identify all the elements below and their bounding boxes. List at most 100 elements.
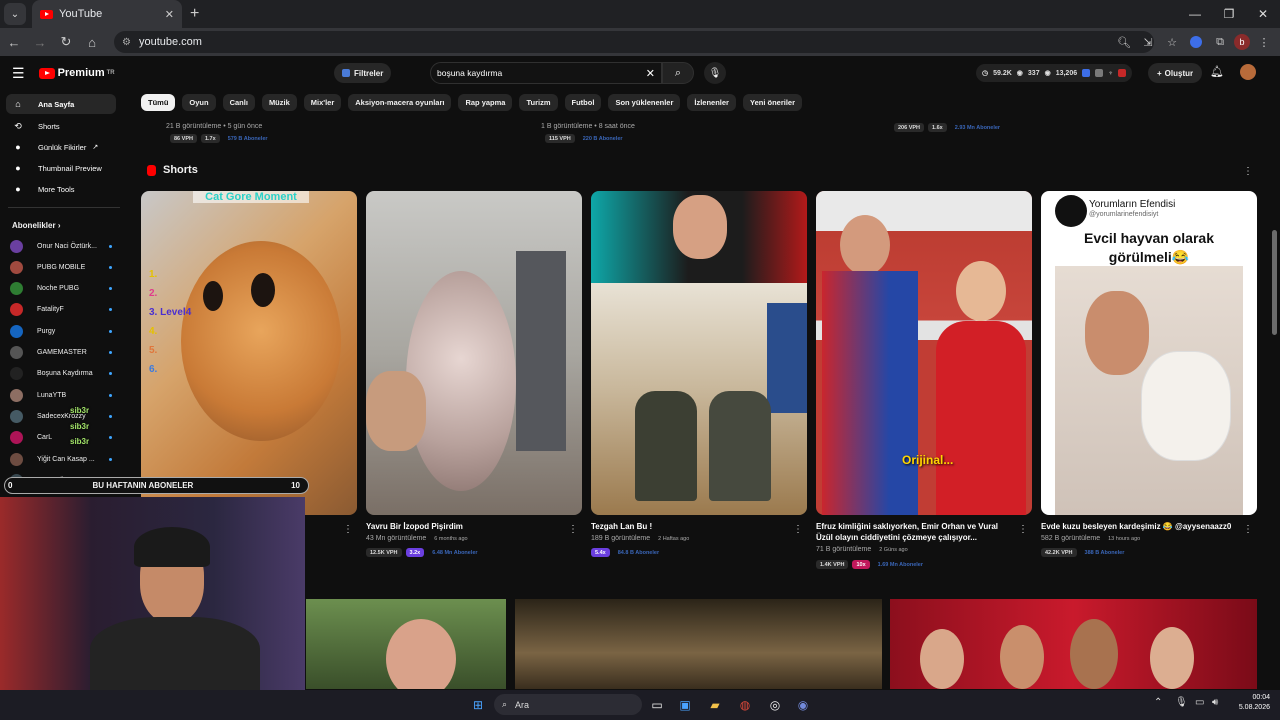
tray-chevron-icon[interactable]: ⌃ bbox=[1154, 697, 1162, 708]
stats-widget[interactable]: ◷ 59.2K ◉ 337 ◉ 13,206 ♆ bbox=[976, 64, 1133, 82]
short-thumbnail[interactable] bbox=[591, 191, 807, 515]
chip[interactable]: Yeni öneriler bbox=[742, 94, 803, 111]
extensions-puzzle-icon[interactable]: ⧉ bbox=[1210, 32, 1230, 52]
youtube-logo[interactable]: Premium TR bbox=[38, 67, 115, 79]
short-more-icon[interactable]: ⋮ bbox=[343, 524, 353, 535]
volume-icon[interactable]: 🔊︎ bbox=[1212, 697, 1218, 708]
extension-icon[interactable] bbox=[1186, 32, 1206, 52]
page-scrollbar[interactable] bbox=[1272, 230, 1277, 335]
clear-search-icon[interactable]: ✕ bbox=[646, 67, 655, 80]
video-thumbnail[interactable] bbox=[306, 599, 506, 689]
youtube-favicon-icon bbox=[40, 9, 53, 19]
home-button-icon[interactable]: ⌂ bbox=[80, 30, 104, 54]
short-thumbnail[interactable] bbox=[366, 191, 582, 515]
ext-icon[interactable] bbox=[1118, 69, 1127, 77]
video-thumbnail[interactable] bbox=[515, 599, 882, 689]
minimize-icon[interactable]: — bbox=[1178, 0, 1212, 28]
sidebar-subscription[interactable]: PUBG MOBILE bbox=[10, 257, 122, 277]
sidebar-subscription[interactable]: Purgy bbox=[10, 321, 122, 341]
shorts-more-icon[interactable]: ⋮ bbox=[1243, 166, 1253, 177]
chip[interactable]: Futbol bbox=[564, 94, 602, 111]
chip[interactable]: Müzik bbox=[261, 94, 297, 111]
chip[interactable]: Aksiyon-macera oyunları bbox=[348, 94, 452, 111]
sidebar-subscription[interactable]: SadecexKrozzy bbox=[10, 406, 122, 426]
sidebar-subscription[interactable]: FatalityF bbox=[10, 300, 122, 320]
site-info-icon[interactable]: ⚙ bbox=[122, 37, 131, 48]
chip[interactable]: Oyun bbox=[182, 94, 216, 111]
short-more-icon[interactable]: ⋮ bbox=[793, 524, 803, 535]
short-title[interactable]: Tezgah Lan Bu ! bbox=[591, 521, 791, 532]
install-icon[interactable]: ⇲ bbox=[1138, 32, 1158, 52]
chip[interactable]: Son yüklenenler bbox=[608, 94, 681, 111]
short-thumbnail[interactable]: Cat Gore Moment 1. 2. 3. Level4 4. 5. 6. bbox=[141, 191, 357, 515]
subscriptions-heading[interactable]: Abonelikler › bbox=[12, 221, 60, 230]
search-button[interactable]: ⌕ bbox=[662, 62, 694, 84]
profile-avatar[interactable]: b bbox=[1234, 34, 1250, 50]
sidebar-subscription[interactable]: LunaYTB bbox=[10, 385, 122, 405]
sidebar-subscription[interactable]: CarL bbox=[10, 428, 122, 448]
chrome-icon[interactable]: ◍ bbox=[736, 696, 754, 714]
sidebar-subscription[interactable]: GAMEMASTER bbox=[10, 343, 122, 363]
bookmark-star-icon[interactable]: ☆ bbox=[1162, 32, 1182, 52]
chat-name: sib3r bbox=[70, 406, 90, 415]
browser-tab[interactable]: YouTube ✕ bbox=[32, 0, 182, 28]
short-title[interactable]: Efruz kimliğini saklıyorken, Emir Orhan … bbox=[816, 521, 1012, 543]
restore-icon[interactable]: ❐ bbox=[1212, 0, 1246, 28]
chip[interactable]: Canlı bbox=[222, 94, 255, 111]
account-avatar[interactable] bbox=[1240, 64, 1256, 80]
ext-icon[interactable] bbox=[1082, 69, 1091, 77]
sidebar-item-home[interactable]: ⌂ Ana Sayfa bbox=[6, 94, 116, 114]
tab-search-button[interactable]: ⌄ bbox=[4, 3, 26, 25]
sidebar-item-more-tools[interactable]: ● More Tools bbox=[6, 179, 116, 199]
search-input[interactable]: boşuna kaydırma ✕ bbox=[430, 62, 662, 84]
short-more-icon[interactable]: ⋮ bbox=[1243, 524, 1253, 535]
discord-icon[interactable]: ◉ bbox=[794, 696, 812, 714]
sidebar-item-shorts[interactable]: ⟲ Shorts bbox=[6, 116, 116, 136]
close-tab-icon[interactable]: ✕ bbox=[165, 8, 174, 21]
short-title[interactable]: Yavru Bir İzopod Pişirdim bbox=[366, 521, 566, 532]
windows-start-icon[interactable]: ⊞ bbox=[469, 696, 487, 714]
menu-icon[interactable]: ☰ bbox=[12, 65, 25, 82]
short-thumbnail[interactable]: Yorumların Efendisi @yorumlarinefendisiy… bbox=[1041, 191, 1257, 515]
short-title[interactable]: Evde kuzu besleyen kardeşimiz 😂 @ayysena… bbox=[1041, 521, 1241, 532]
sidebar-item-thumbnail-preview[interactable]: ● Thumbnail Preview bbox=[6, 158, 116, 178]
channel-name: Onur Naci Öztürk... bbox=[37, 242, 97, 250]
forward-icon[interactable]: → bbox=[28, 30, 52, 54]
trophy-icon[interactable]: ♆ bbox=[1108, 70, 1113, 77]
ext-icon[interactable] bbox=[1095, 69, 1104, 77]
taskbar-search[interactable]: ⌕ Ara bbox=[494, 694, 642, 715]
short-more-icon[interactable]: ⋮ bbox=[568, 524, 578, 535]
taskbar-clock[interactable]: 00:04 5.08.2026 bbox=[1239, 693, 1270, 713]
file-explorer-icon[interactable]: ▰ bbox=[706, 696, 724, 714]
sidebar-subscription[interactable]: Boşuna Kaydırma bbox=[10, 364, 122, 384]
close-window-icon[interactable]: ✕ bbox=[1246, 0, 1280, 28]
steam-icon[interactable]: ◎ bbox=[766, 696, 784, 714]
reload-icon[interactable]: ↻ bbox=[54, 30, 78, 54]
network-icon[interactable]: ▭ bbox=[1195, 697, 1204, 708]
voice-search-button[interactable]: 🎙︎ bbox=[704, 62, 726, 84]
sidebar-item-daily-ideas[interactable]: ● Günlük Fikirler ↗ bbox=[6, 137, 116, 157]
address-bar[interactable]: ⚙ youtube.com bbox=[114, 31, 1154, 53]
back-icon[interactable]: ← bbox=[2, 30, 26, 54]
sidebar-subscription[interactable]: Yiğit Can Kasap ... bbox=[10, 449, 122, 469]
new-tab-icon[interactable]: + bbox=[190, 5, 199, 23]
chip[interactable]: İzlenenler bbox=[687, 94, 736, 111]
browser-menu-icon[interactable]: ⋮ bbox=[1254, 32, 1274, 52]
microphone-tray-icon[interactable]: 🎙︎ bbox=[1175, 697, 1188, 708]
sidebar-subscription[interactable]: Onur Naci Öztürk... bbox=[10, 236, 122, 256]
create-button[interactable]: + Oluştur bbox=[1148, 63, 1203, 83]
notifications-bell-icon[interactable]: 🔔︎ bbox=[1210, 65, 1224, 78]
chip[interactable]: Tümü bbox=[141, 94, 176, 111]
short-more-icon[interactable]: ⋮ bbox=[1018, 524, 1028, 535]
store-icon[interactable]: ▣ bbox=[676, 696, 694, 714]
chip[interactable]: Rap yapma bbox=[458, 94, 513, 111]
chip[interactable]: Turizm bbox=[519, 94, 558, 111]
zoom-icon[interactable]: 🔍︎ bbox=[1114, 32, 1134, 52]
short-thumbnail[interactable]: Orijinal... bbox=[816, 191, 1032, 515]
chip[interactable]: Mix'ler bbox=[303, 94, 342, 111]
logo-region: TR bbox=[106, 70, 115, 76]
task-view-icon[interactable]: ▭ bbox=[648, 696, 666, 714]
video-thumbnail[interactable] bbox=[890, 599, 1257, 689]
filters-button[interactable]: Filtreler bbox=[334, 63, 392, 83]
sidebar-subscription[interactable]: Noche PUBG bbox=[10, 279, 122, 299]
